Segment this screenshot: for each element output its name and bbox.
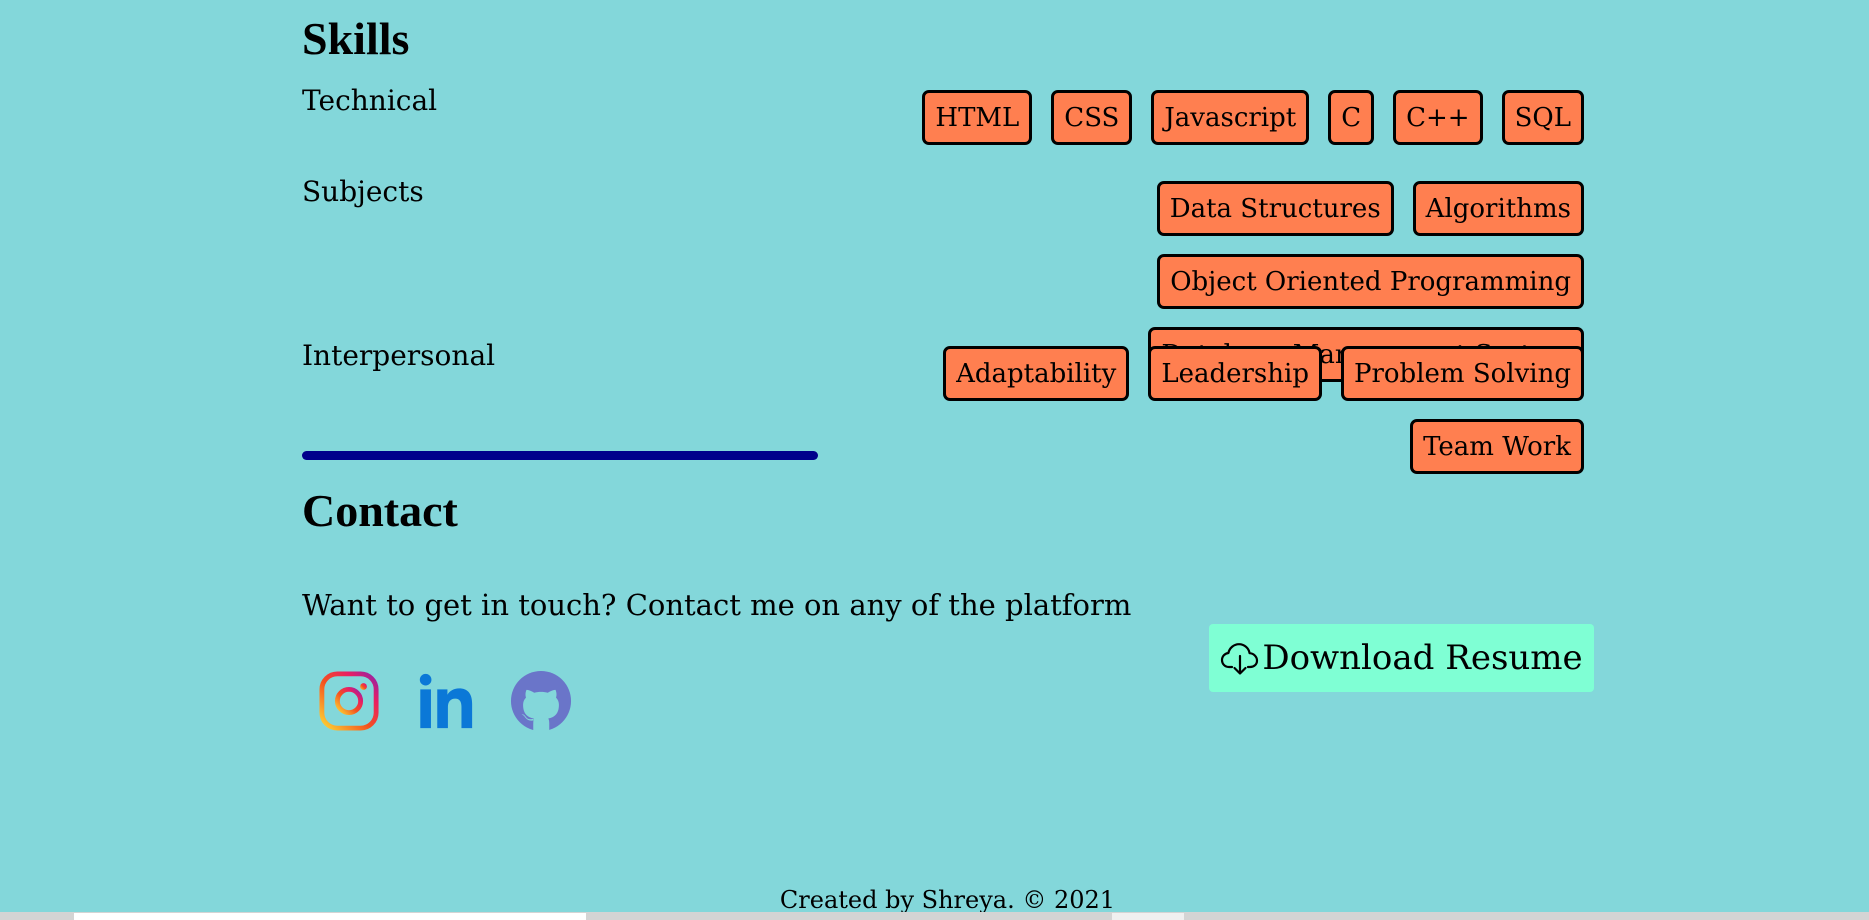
download-resume-button[interactable]: Download Resume <box>1209 624 1594 692</box>
skill-chip[interactable]: Leadership <box>1148 346 1322 401</box>
skill-chip[interactable]: C <box>1328 90 1375 145</box>
github-icon[interactable] <box>510 670 572 732</box>
interpersonal-chips: Adaptability Leadership Problem Solving … <box>764 346 1584 474</box>
skill-chip[interactable]: C++ <box>1393 90 1483 145</box>
skill-chip[interactable]: Adaptability <box>943 346 1130 401</box>
social-links <box>318 670 572 732</box>
skill-chip[interactable]: Object Oriented Programming <box>1157 254 1584 309</box>
skill-label-technical: Technical <box>302 84 438 117</box>
skill-chip[interactable]: CSS <box>1051 90 1133 145</box>
skill-chip[interactable]: Algorithms <box>1412 181 1584 236</box>
skill-chip[interactable]: Problem Solving <box>1340 346 1584 401</box>
instagram-icon[interactable] <box>318 670 380 732</box>
skill-chip[interactable]: Data Structures <box>1156 181 1394 236</box>
scrollbar-thumb[interactable] <box>74 913 586 920</box>
technical-chips: HTML CSS Javascript C C++ SQL <box>764 90 1584 145</box>
horizontal-scrollbar[interactable] <box>0 912 1869 920</box>
skill-chip[interactable]: SQL <box>1501 90 1584 145</box>
linkedin-icon[interactable] <box>414 670 476 732</box>
skill-label-interpersonal: Interpersonal <box>302 339 496 372</box>
contact-description: Want to get in touch? Contact me on any … <box>302 588 1132 622</box>
footer-text: Created by Shreya. © 2021 <box>779 886 1116 914</box>
scrollbar-segment <box>1112 913 1184 920</box>
download-resume-label: Download Resume <box>1262 638 1583 678</box>
skills-heading: Skills <box>302 13 410 64</box>
cloud-download-icon <box>1221 643 1259 675</box>
section-divider <box>302 451 818 460</box>
skill-chip[interactable]: HTML <box>922 90 1033 145</box>
contact-heading: Contact <box>302 485 458 536</box>
skill-chip[interactable]: Javascript <box>1151 90 1310 145</box>
skill-label-subjects: Subjects <box>302 175 424 208</box>
skill-chip[interactable]: Team Work <box>1410 419 1584 474</box>
